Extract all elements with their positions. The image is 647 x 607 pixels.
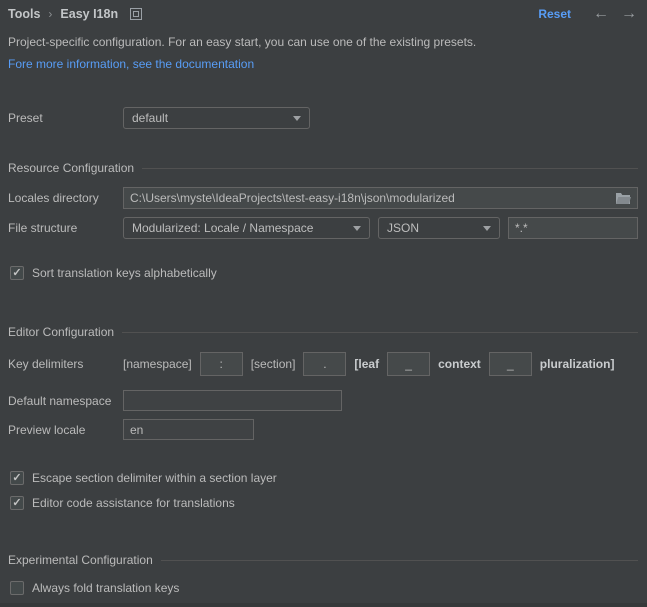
preset-dropdown[interactable]: default [123, 107, 310, 129]
project-settings-icon [130, 8, 142, 20]
fold-keys-checkbox[interactable] [10, 581, 24, 595]
file-format-dropdown[interactable]: JSON [378, 217, 500, 239]
default-namespace-row: Default namespace [8, 390, 638, 411]
page-title: Easy I18n [60, 7, 118, 21]
section-divider [142, 168, 638, 169]
locales-directory-input[interactable] [130, 191, 609, 205]
pluralization-bracket-label: pluralization] [540, 357, 615, 371]
code-assistance-checkbox[interactable] [10, 496, 24, 510]
preset-dropdown-value: default [132, 111, 168, 125]
file-pattern-field [508, 217, 638, 239]
file-structure-label: File structure [8, 221, 123, 235]
breadcrumb-tools[interactable]: Tools [8, 7, 40, 21]
default-namespace-input[interactable] [123, 390, 342, 411]
preview-locale-label: Preview locale [8, 423, 123, 437]
chevron-down-icon [483, 226, 491, 231]
editor-configuration-header: Editor Configuration [8, 325, 638, 339]
description-text: Project-specific configuration. For an e… [8, 35, 476, 49]
key-delimiters-row: Key delimiters [namespace] [section] [le… [8, 352, 638, 376]
namespace-delimiter-input[interactable] [200, 352, 243, 376]
sort-keys-checkbox-label: Sort translation keys alphabetically [32, 266, 217, 280]
forward-arrow-icon[interactable]: → [621, 7, 637, 21]
breadcrumb-separator-icon: › [48, 7, 52, 21]
escape-delimiter-checkbox-label: Escape section delimiter within a sectio… [32, 471, 277, 485]
escape-delimiter-checkbox-row: Escape section delimiter within a sectio… [10, 471, 277, 485]
reset-button[interactable]: Reset [538, 7, 571, 21]
experimental-configuration-header: Experimental Configuration [8, 553, 638, 567]
default-namespace-label: Default namespace [8, 394, 123, 408]
fold-keys-checkbox-row: Always fold translation keys [10, 581, 179, 595]
leaf-bracket-label: [leaf [354, 357, 379, 371]
editor-configuration-title: Editor Configuration [8, 325, 114, 339]
preview-locale-input[interactable] [123, 419, 254, 440]
section-divider [161, 560, 638, 561]
back-arrow-icon[interactable]: ← [593, 7, 609, 21]
header-actions: Reset ← → [538, 7, 637, 21]
breadcrumb: Tools › Easy I18n [8, 7, 142, 21]
namespace-bracket-label: [namespace] [123, 357, 192, 371]
file-format-dropdown-value: JSON [387, 221, 419, 235]
preset-row: Preset default [8, 107, 638, 129]
context-delimiter-input-1[interactable] [387, 352, 430, 376]
locales-directory-field [123, 187, 638, 209]
documentation-link[interactable]: Fore more information, see the documenta… [8, 57, 254, 71]
file-structure-dropdown[interactable]: Modularized: Locale / Namespace [123, 217, 370, 239]
chevron-down-icon [293, 116, 301, 121]
file-pattern-input[interactable] [515, 221, 647, 235]
file-structure-row: File structure Modularized: Locale / Nam… [8, 217, 638, 239]
sort-keys-checkbox-row: Sort translation keys alphabetically [10, 266, 217, 280]
code-assistance-checkbox-label: Editor code assistance for translations [32, 496, 235, 510]
fold-keys-checkbox-label: Always fold translation keys [32, 581, 179, 595]
panel-bottom-edge [0, 603, 647, 607]
key-delimiters-label: Key delimiters [8, 357, 123, 371]
section-bracket-label: [section] [251, 357, 296, 371]
section-divider [122, 332, 638, 333]
resource-configuration-title: Resource Configuration [8, 161, 134, 175]
context-delimiter-input-2[interactable] [489, 352, 532, 376]
code-assistance-checkbox-row: Editor code assistance for translations [10, 496, 235, 510]
locales-directory-label: Locales directory [8, 191, 123, 205]
sort-keys-checkbox[interactable] [10, 266, 24, 280]
experimental-configuration-title: Experimental Configuration [8, 553, 153, 567]
locales-directory-row: Locales directory [8, 187, 638, 209]
preset-label: Preset [8, 111, 123, 125]
file-structure-dropdown-value: Modularized: Locale / Namespace [132, 221, 313, 235]
chevron-down-icon [353, 226, 361, 231]
section-delimiter-input[interactable] [303, 352, 346, 376]
preview-locale-row: Preview locale [8, 419, 638, 440]
folder-icon[interactable] [615, 192, 631, 205]
context-label: context [438, 357, 481, 371]
escape-delimiter-checkbox[interactable] [10, 471, 24, 485]
resource-configuration-header: Resource Configuration [8, 161, 638, 175]
